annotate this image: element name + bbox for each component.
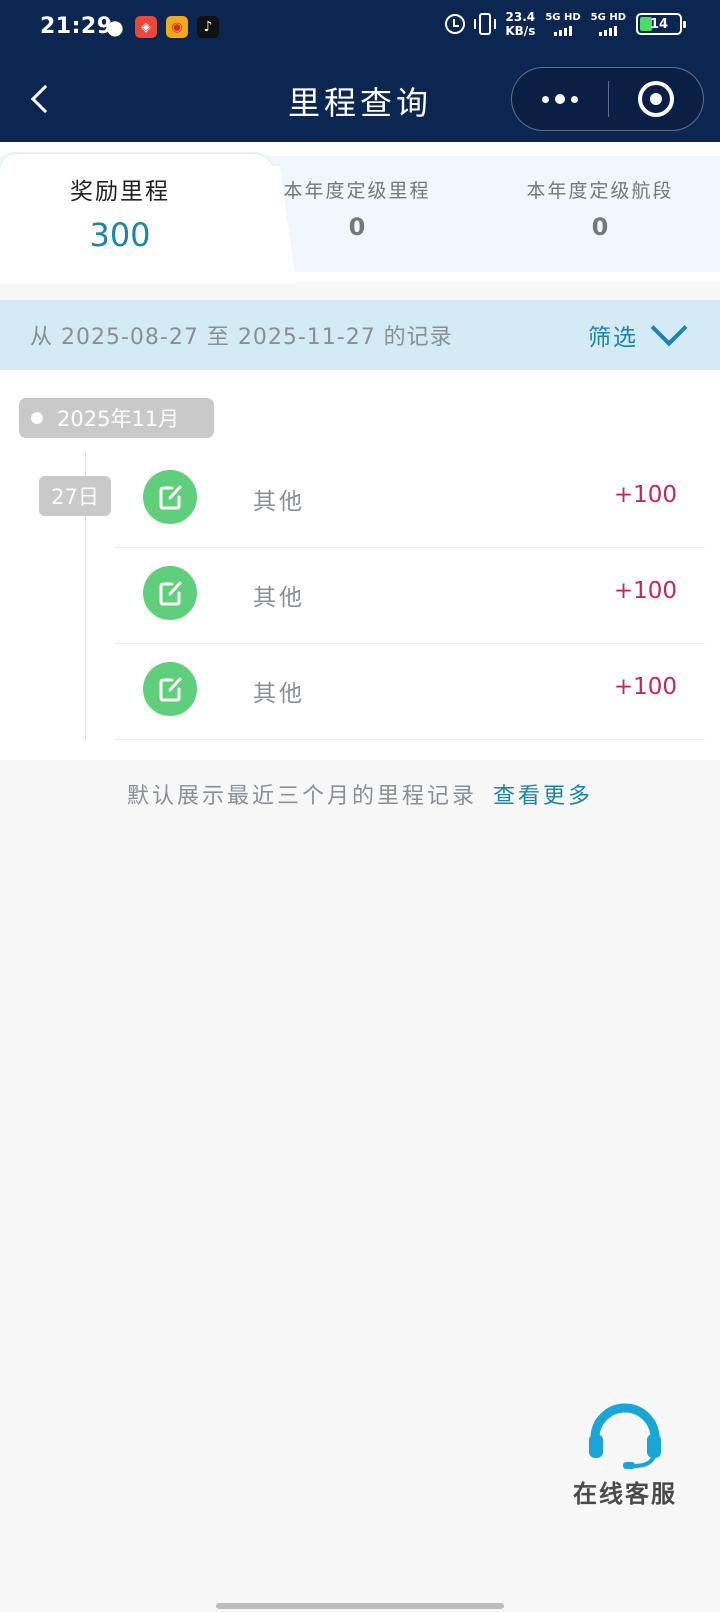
record-row[interactable]: 其他 +100 [115,644,705,740]
chat-bubble-icon: ● [106,15,124,39]
records-list: 2025年11月 27日 其他 +100 其他 +100 其他 +100 [0,370,720,760]
chevron-down-icon [650,309,688,347]
headset-icon [589,1403,661,1469]
home-indicator[interactable] [216,1603,504,1609]
battery-icon: 14 [636,13,686,35]
tab-value: 300 [89,216,151,254]
tiktok-icon: ♪ [197,16,219,38]
footer-note-text: 默认展示最近三个月的里程记录 [126,784,477,809]
more-button[interactable] [512,68,608,130]
record-row[interactable]: 其他 +100 [115,548,705,644]
tab-reward-miles[interactable]: 奖励里程 300 [0,172,240,254]
month-header: 2025年11月 [19,398,214,438]
footer-note: 默认展示最近三个月的里程记录 查看更多 [0,778,720,810]
record-row[interactable]: 其他 +100 [115,452,705,548]
date-range-text: 从 2025-08-27 至 2025-11-27 的记录 [30,325,453,350]
customer-service-label: 在线客服 [573,1480,677,1508]
edit-note-icon [143,662,197,716]
signal-1-label: 5G HD [545,12,581,23]
tab-label: 本年度定级里程 [283,180,431,202]
signal-bars-icon [599,26,618,36]
record-title: 其他 [253,681,305,707]
tab-label: 本年度定级航段 [526,180,674,202]
tab-label: 奖励里程 [70,179,170,205]
signal-2-label: 5G HD [590,12,626,23]
record-title: 其他 [253,489,305,515]
network-speed-unit: KB/s [505,24,536,38]
edit-note-icon [143,566,197,620]
status-right: 23.4 KB/s 5G HD 5G HD 14 [445,10,686,38]
record-amount: +100 [613,482,677,508]
target-icon [638,81,674,117]
filter-bar: 从 2025-08-27 至 2025-11-27 的记录 筛选 [0,300,720,370]
top-bar: 21:29 ● ◈ ◉ ♪ 23.4 KB/s 5G HD 5G HD 14 里… [0,0,720,142]
weibo-icon: ◉ [166,16,188,38]
day-label: 27日 [39,476,111,516]
shopping-app-icon: ◈ [135,16,157,38]
mini-program-capsule [511,67,704,131]
notification-icons: ● ◈ ◉ ♪ [104,15,219,39]
mileage-tabs: 奖励里程 300 本年度定级里程 0 本年度定级航段 0 [0,142,720,284]
customer-service-button[interactable]: 在线客服 [560,1398,690,1508]
month-label: 2025年11月 [57,407,180,431]
filter-label: 筛选 [588,325,638,351]
network-speed-value: 23.4 [505,10,536,24]
record-amount: +100 [613,578,677,604]
signal-1: 5G HD [545,12,581,36]
view-more-link[interactable]: 查看更多 [493,784,593,809]
filter-button[interactable]: 筛选 [588,300,692,370]
status-time: 21:29 [40,14,113,39]
tab-value: 0 [348,213,366,241]
tab-tier-miles[interactable]: 本年度定级里程 0 [262,176,452,241]
dot-icon [31,412,43,424]
record-amount: +100 [613,674,677,700]
battery-level: 14 [649,16,669,32]
signal-bars-icon [554,26,572,36]
signal-2: 5G HD [591,12,626,36]
network-speed: 23.4 KB/s [505,10,535,38]
tab-value: 0 [591,213,609,241]
tab-tier-segments[interactable]: 本年度定级航段 0 [500,176,700,241]
alarm-icon [445,14,466,34]
edit-note-icon [143,470,197,524]
vibrate-icon [474,13,497,35]
record-title: 其他 [253,585,305,611]
close-button[interactable] [609,68,703,130]
